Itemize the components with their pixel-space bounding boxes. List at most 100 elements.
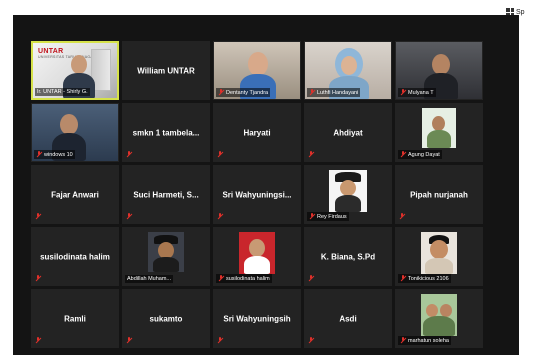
profile-photo	[421, 294, 457, 336]
participant-face	[430, 240, 448, 259]
profile-photo	[329, 170, 367, 212]
participant-tile[interactable]: Dentanty Tjandra	[213, 41, 301, 100]
participant-tile[interactable]: Fajar Anwari	[31, 165, 119, 224]
mic-muted-icon	[400, 275, 406, 282]
mic-muted-icon	[400, 337, 406, 344]
participant-tile[interactable]: Sri Wahyuningsi...	[213, 165, 301, 224]
participant-tile[interactable]: marhatun soleha	[395, 289, 483, 348]
participant-name-label: Agung Dayat	[398, 150, 442, 159]
profile-photo	[239, 232, 275, 274]
participant-name: Abdillah Muham...	[127, 276, 172, 282]
mic-muted-icon	[35, 213, 41, 220]
participant-name: windows 10	[44, 151, 73, 158]
zoom-window: Sp UNTAR UNIVERSITAS TARUMANAGARA Ir. UN…	[0, 0, 540, 359]
participant-name: Dentanty Tjandra	[226, 89, 269, 96]
participant-tile[interactable]: Asdi	[304, 289, 392, 348]
participant-tile[interactable]: UNTAR UNIVERSITAS TARUMANAGARA Ir. UNTAR…	[31, 41, 119, 100]
logo-text: UNTAR	[38, 48, 64, 55]
participant-tile[interactable]: susilodinata halim	[213, 227, 301, 286]
participant-body	[244, 256, 270, 274]
mic-muted-icon	[308, 275, 314, 282]
mic-muted-icon	[218, 275, 224, 282]
participant-tile[interactable]: Agung Dayat	[395, 103, 483, 162]
participant-name: marhatun soleha	[408, 337, 449, 344]
participant-name: Pipah nurjanah	[410, 190, 468, 199]
participant-body	[153, 257, 179, 272]
participant-name-label: Rey Firdaus	[307, 212, 349, 221]
participant-name: Suci Harmeti, S...	[133, 190, 199, 199]
profile-photo	[421, 232, 457, 274]
participant-name: sukamto	[149, 314, 183, 323]
participant-tile[interactable]: Haryati	[213, 103, 301, 162]
participant-name: susilodinata halim	[40, 252, 110, 261]
participant-name-label: windows 10	[34, 150, 75, 159]
mic-muted-icon	[218, 89, 224, 96]
mic-muted-icon	[399, 213, 405, 220]
participant-tile[interactable]: Mulyana T	[395, 41, 483, 100]
participant-name-label: Dentanty Tjandra	[216, 88, 271, 97]
participant-name-label: Mulyana T	[398, 88, 436, 97]
untar-logo: UNTAR UNIVERSITAS TARUMANAGARA	[38, 48, 99, 59]
profile-photo	[148, 232, 184, 272]
participant-tile[interactable]: Pipah nurjanah	[395, 165, 483, 224]
participant-name-label: susilodinata halim	[216, 274, 272, 283]
profile-photo	[422, 108, 456, 148]
participant-face	[341, 56, 357, 75]
participant-face	[248, 52, 268, 76]
participant-face	[71, 55, 87, 74]
participant-tile[interactable]: Sri Wahyuningsih	[213, 289, 301, 348]
participant-body	[423, 316, 455, 336]
participant-tile[interactable]: William UNTAR	[122, 41, 210, 100]
mic-muted-icon	[126, 213, 132, 220]
participant-face	[432, 54, 450, 75]
participant-tile[interactable]: sukamto	[122, 289, 210, 348]
participant-tile[interactable]: Suci Harmeti, S...	[122, 165, 210, 224]
participant-tile[interactable]: Ahdiyat	[304, 103, 392, 162]
participant-tile[interactable]: Luthfi Handayani	[304, 41, 392, 100]
participant-name: William UNTAR	[137, 66, 195, 75]
participant-name: Luthfi Handayani	[317, 89, 359, 96]
mic-muted-icon	[217, 337, 223, 344]
logo-subtext: UNIVERSITAS TARUMANAGARA	[38, 55, 99, 59]
participant-name: Fajar Anwari	[51, 190, 99, 199]
participant-name: Haryati	[243, 128, 271, 137]
participant-name: smkn 1 tambela...	[132, 128, 200, 137]
participant-face	[432, 116, 445, 131]
participant-name: Mulyana T	[408, 89, 434, 96]
participant-tile[interactable]: susilodinata halim	[31, 227, 119, 286]
mic-muted-icon	[400, 89, 406, 96]
participant-face	[340, 180, 356, 196]
mic-muted-icon	[308, 337, 314, 344]
mic-muted-icon	[36, 151, 42, 158]
participant-tile[interactable]: Tonikicious 2106	[395, 227, 483, 286]
participant-name: Sri Wahyuningsih	[223, 314, 291, 323]
participant-tile[interactable]: Ramli	[31, 289, 119, 348]
participant-name: Rey Firdaus	[317, 213, 347, 220]
participant-face	[60, 114, 78, 135]
mic-muted-icon	[308, 151, 314, 158]
mic-muted-icon	[309, 89, 315, 96]
mic-muted-icon	[35, 337, 41, 344]
participant-name: Ramli	[64, 314, 86, 323]
participant-name: Agung Dayat	[408, 151, 440, 158]
participant-body	[335, 195, 361, 212]
participant-name: Ahdiyat	[333, 128, 363, 137]
mic-muted-icon	[217, 213, 223, 220]
participant-grid: UNTAR UNIVERSITAS TARUMANAGARA Ir. UNTAR…	[31, 41, 483, 348]
participant-name-label: marhatun soleha	[398, 336, 451, 345]
participant-name: Sri Wahyuningsi...	[222, 190, 292, 199]
participant-name: susilodinata halim	[226, 275, 270, 282]
participant-tile[interactable]: smkn 1 tambela...	[122, 103, 210, 162]
mic-muted-icon	[35, 275, 41, 282]
mic-muted-icon	[309, 213, 315, 220]
participant-tile[interactable]: Rey Firdaus	[304, 165, 392, 224]
mic-muted-icon	[400, 151, 406, 158]
participant-tile[interactable]: K. Biana, S.Pd	[304, 227, 392, 286]
participant-tile[interactable]: Abdillah Muham...	[122, 227, 210, 286]
mic-muted-icon	[126, 151, 132, 158]
participant-name-label: Abdillah Muham...	[125, 275, 174, 283]
participant-name: K. Biana, S.Pd	[320, 252, 376, 261]
participant-name: Tonikicious 2106	[408, 275, 449, 282]
participant-tile[interactable]: windows 10	[31, 103, 119, 162]
participant-name-label: Tonikicious 2106	[398, 274, 451, 283]
